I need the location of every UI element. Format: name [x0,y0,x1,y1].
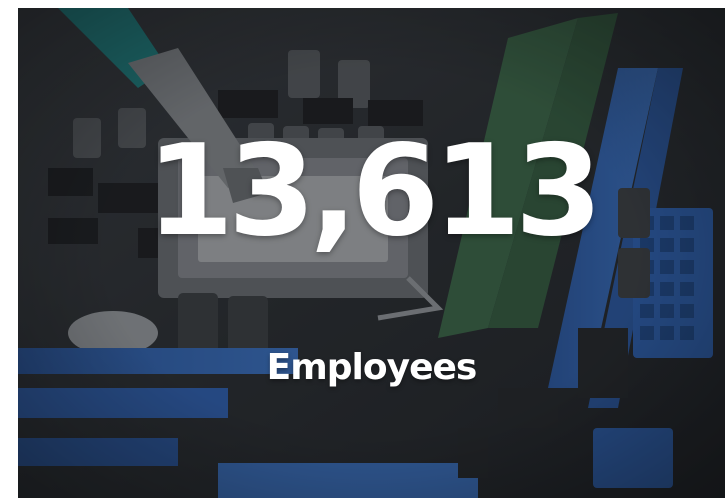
stat-number: 13,613 [146,117,602,264]
stat-label: Employees [266,347,478,388]
stat-card: 13,613 Employees [18,8,725,498]
